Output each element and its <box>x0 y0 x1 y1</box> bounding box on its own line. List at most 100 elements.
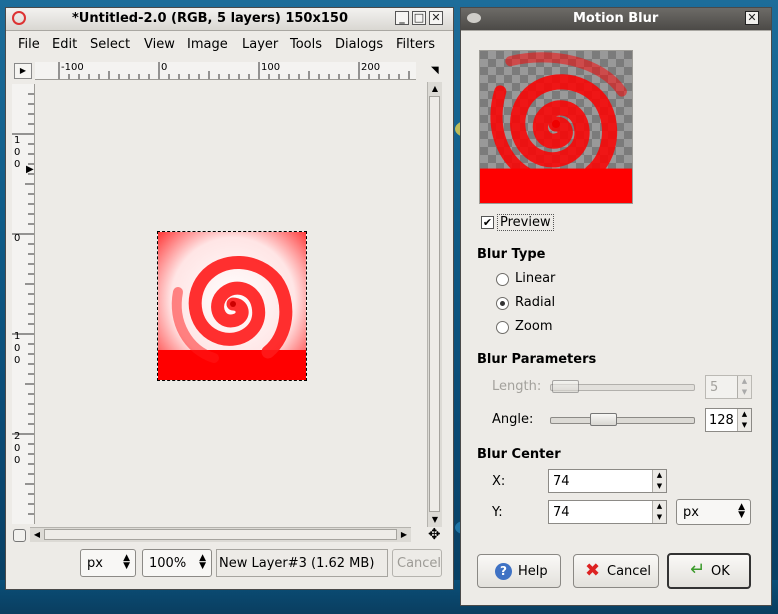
center-unit-value: px <box>683 505 699 520</box>
horizontal-scrollbar[interactable]: ◀ ▶ <box>30 527 411 542</box>
x-value: 74 <box>553 474 570 489</box>
radio-radial[interactable] <box>496 297 509 310</box>
center-unit-select[interactable]: px ▲ ▼ <box>676 499 751 525</box>
preview-area[interactable] <box>479 50 633 204</box>
gimp-icon <box>467 13 481 23</box>
y-spinbox[interactable]: 74 ▲ ▼ <box>548 500 667 524</box>
horizontal-scroll-thumb[interactable] <box>44 529 397 540</box>
menu-filters[interactable]: Filters <box>396 37 435 52</box>
ok-button[interactable]: ↵ OK <box>667 553 751 589</box>
menu-tools[interactable]: Tools <box>290 37 322 52</box>
cancel-label: Cancel <box>607 564 652 579</box>
gimp-icon <box>12 11 26 25</box>
length-slider-handle[interactable] <box>552 380 579 393</box>
preview-checkbox[interactable]: ✔ <box>481 216 494 229</box>
menu-select[interactable]: Select <box>90 37 130 52</box>
radio-linear-label[interactable]: Linear <box>515 271 555 286</box>
spin-arrows-icon[interactable]: ▲ ▼ <box>652 501 666 523</box>
angle-label: Angle: <box>492 412 534 427</box>
canvas-area[interactable] <box>36 82 425 530</box>
ok-label: OK <box>711 564 730 579</box>
radio-linear[interactable] <box>496 273 509 286</box>
length-value: 5 <box>710 380 719 395</box>
spin-arrows-icon[interactable]: ▲ ▼ <box>737 376 751 398</box>
cancel-button[interactable]: ✖ Cancel <box>573 554 659 588</box>
radio-radial-label[interactable]: Radial <box>515 295 555 310</box>
ruler-label: -100 <box>61 62 84 73</box>
length-spinbox[interactable]: 5 ▲ ▼ <box>705 375 752 399</box>
layer-info-text: New Layer#3 (1.62 MB) <box>219 556 375 571</box>
image-window-titlebar[interactable]: *Untitled-2.0 (RGB, 5 layers) 150x150 _ … <box>6 8 453 31</box>
image-canvas[interactable] <box>157 231 307 381</box>
length-label: Length: <box>492 379 542 394</box>
image-window-title: *Untitled-2.0 (RGB, 5 layers) 150x150 <box>72 11 348 26</box>
maximize-icon[interactable]: □ <box>412 11 426 25</box>
scroll-right-icon[interactable]: ▶ <box>397 528 411 542</box>
vertical-scrollbar[interactable]: ▲ ▼ <box>427 82 442 527</box>
ruler-label: 0 <box>14 355 21 366</box>
blur-parameters-heading: Blur Parameters <box>477 352 597 367</box>
layer-info: New Layer#3 (1.62 MB) <box>216 549 388 577</box>
menubar: File Edit Select View Image Layer Tools … <box>6 34 453 56</box>
spin-arrows-icon: ▲ ▼ <box>738 502 745 520</box>
minimize-icon[interactable]: _ <box>395 11 409 25</box>
help-icon: ? <box>495 563 512 580</box>
y-value: 74 <box>553 505 570 520</box>
menu-edit[interactable]: Edit <box>52 37 77 52</box>
close-icon[interactable]: ✕ <box>429 11 443 25</box>
cancel-icon: ✖ <box>585 560 601 581</box>
unit-select[interactable]: px ▲ ▼ <box>80 549 136 577</box>
vertical-scroll-thumb[interactable] <box>429 96 440 512</box>
angle-spinbox[interactable]: 128 ▲ ▼ <box>705 408 752 432</box>
ruler-label: 200 <box>361 62 381 73</box>
ruler-label: 100 <box>261 62 281 73</box>
spin-arrows-icon: ▲ ▼ <box>199 553 206 571</box>
status-bar: px ▲ ▼ 100% ▲ ▼ New Layer#3 (1.62 MB) Canc… <box>10 547 442 579</box>
y-label: Y: <box>492 505 503 520</box>
preview-swirl <box>480 52 632 203</box>
horizontal-ruler-ticks <box>58 62 410 79</box>
motion-blur-dialog: Motion Blur ✕ ✔ Preview Blur Type Linear… <box>460 7 772 606</box>
status-cancel-button[interactable]: Cancel <box>392 549 442 577</box>
zoom-value: 100% <box>149 556 187 571</box>
menu-view[interactable]: View <box>144 37 175 52</box>
ruler-pointer-icon: ▶ <box>26 164 34 175</box>
close-icon[interactable]: ✕ <box>745 11 759 25</box>
menu-layer[interactable]: Layer <box>242 37 278 52</box>
angle-slider-handle[interactable] <box>590 413 617 426</box>
blur-type-heading: Blur Type <box>477 247 546 262</box>
horizontal-ruler: -100 0 100 200 <box>35 62 416 80</box>
move-icon[interactable]: ✥ <box>428 527 441 542</box>
ruler-label: 0 <box>14 343 21 354</box>
menu-image[interactable]: Image <box>187 37 228 52</box>
status-cancel-label: Cancel <box>397 556 442 571</box>
menu-file[interactable]: File <box>18 37 40 52</box>
scroll-left-icon[interactable]: ◀ <box>30 528 44 542</box>
spin-arrows-icon[interactable]: ▲ ▼ <box>652 470 666 492</box>
zoom-select[interactable]: 100% ▲ ▼ <box>142 549 212 577</box>
radio-zoom[interactable] <box>496 321 509 334</box>
x-spinbox[interactable]: 74 ▲ ▼ <box>548 469 667 493</box>
ruler-label: 0 <box>14 455 21 466</box>
angle-slider[interactable] <box>550 417 695 424</box>
blur-center-heading: Blur Center <box>477 447 561 462</box>
ruler-label: 1 <box>14 135 21 146</box>
ok-icon: ↵ <box>690 559 706 580</box>
spin-arrows-icon: ▲ ▼ <box>123 553 130 571</box>
preview-label[interactable]: Preview <box>497 214 554 231</box>
ruler-label: 0 <box>14 147 21 158</box>
help-button[interactable]: ? Help <box>477 554 561 588</box>
ruler-label: 0 <box>14 443 21 454</box>
ruler-label: 2 <box>14 431 21 442</box>
spin-arrows-icon[interactable]: ▲ ▼ <box>737 409 751 431</box>
radio-zoom-label[interactable]: Zoom <box>515 319 552 334</box>
quickmask-icon[interactable] <box>13 529 26 542</box>
dialog-titlebar[interactable]: Motion Blur ✕ <box>461 8 771 31</box>
ruler-label: 0 <box>14 159 21 170</box>
x-label: X: <box>492 474 506 489</box>
ruler-label: 1 <box>14 331 21 342</box>
scroll-up-icon[interactable]: ▲ <box>428 82 442 96</box>
angle-value: 128 <box>709 413 734 428</box>
navigate-icon[interactable]: ▶ <box>14 63 32 79</box>
menu-dialogs[interactable]: Dialogs <box>335 37 383 52</box>
